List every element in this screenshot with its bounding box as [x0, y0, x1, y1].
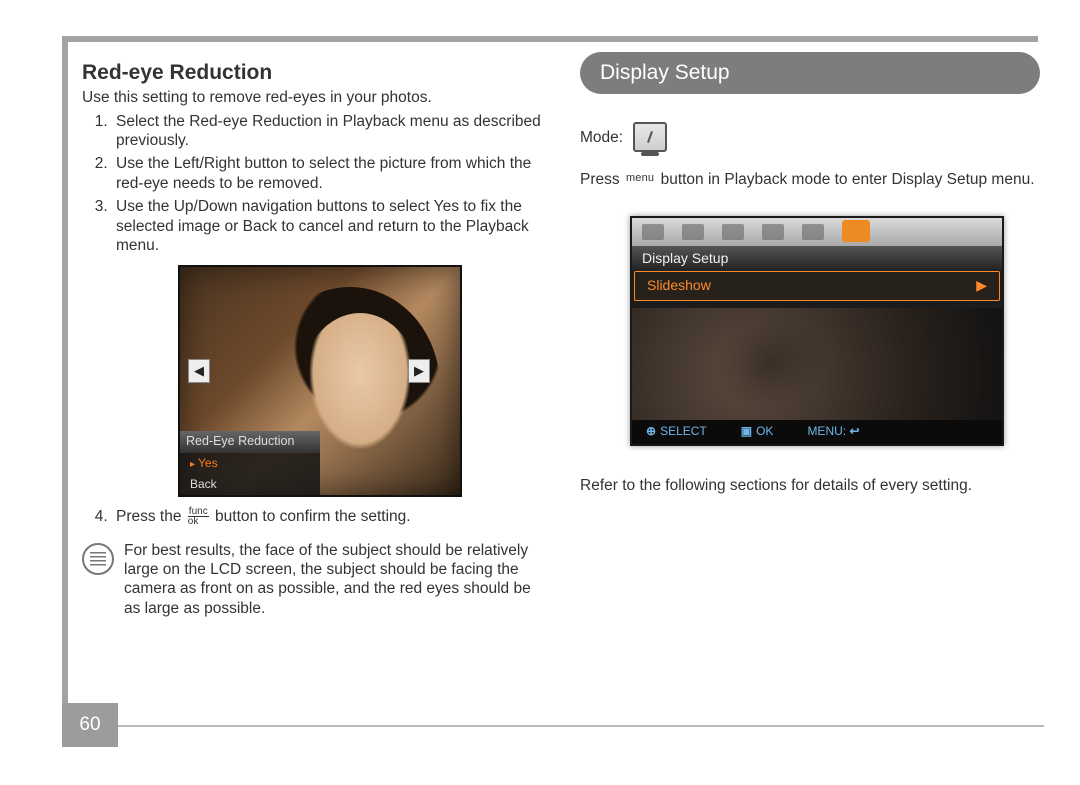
display-setup-screenshot: Display Setup Slideshow ▶ Wallpaper Sett…: [630, 216, 1004, 446]
red-eye-heading: Red-eye Reduction: [82, 60, 544, 86]
tab-icon-2: [682, 224, 704, 240]
tab-icon-4: [762, 224, 784, 240]
menu-button-icon: menu: [626, 172, 654, 186]
lcd-tabs: [632, 218, 1002, 246]
note-icon: [82, 543, 114, 575]
chevron-right-icon: ▶: [976, 277, 987, 295]
footer-note: Refer to the following sections for deta…: [580, 476, 1042, 495]
lcd-menu-title: Red-Eye Reduction: [180, 431, 320, 453]
red-eye-steps-cont: Press the func ok button to confirm the …: [82, 507, 544, 526]
step-4: Press the func ok button to confirm the …: [112, 507, 544, 526]
menu-item-slideshow: Slideshow ▶: [634, 271, 1000, 301]
press-instruction: Press menu button in Playback mode to en…: [580, 170, 1042, 189]
lcd-title: Display Setup: [632, 246, 1002, 272]
lcd-background: [632, 308, 1002, 420]
tab-icon-5: [802, 224, 824, 240]
note-text: For best results, the face of the subjec…: [124, 541, 534, 619]
right-column: Display Setup Mode: Press menu button in…: [580, 54, 1042, 618]
note-row: For best results, the face of the subjec…: [82, 541, 544, 619]
red-eye-steps: Select the Red-eye Reduction in Playback…: [82, 112, 544, 256]
func-ok-icon: func ok: [188, 507, 209, 526]
lcd-menu: Red-Eye Reduction Yes Back: [180, 431, 320, 495]
nav-left-icon: ◀: [188, 359, 210, 383]
step-1: Select the Red-eye Reduction in Playback…: [112, 112, 544, 151]
tab-icon-1: [642, 224, 664, 240]
mode-row: Mode:: [580, 122, 1042, 152]
tab-icon-display: [842, 220, 870, 242]
lcd-hints: ⊕SELECT ▣OK MENU: ↩: [632, 420, 1002, 444]
lcd-option-yes: Yes: [180, 453, 320, 475]
tab-icon-3: [722, 224, 744, 240]
page-number: 60: [62, 703, 118, 747]
red-eye-screenshot: ◀ ▶ Red-Eye Reduction Yes Back: [178, 265, 462, 497]
red-eye-intro: Use this setting to remove red-eyes in y…: [82, 88, 544, 107]
page-frame: Red-eye Reduction Use this setting to re…: [62, 36, 1038, 737]
left-column: Red-eye Reduction Use this setting to re…: [82, 54, 544, 618]
step-2: Use the Left/Right button to select the …: [112, 154, 544, 193]
nav-right-icon: ▶: [408, 359, 430, 383]
playback-mode-icon: [633, 122, 667, 152]
lcd-option-back: Back: [180, 474, 320, 495]
footer-rule: [118, 725, 1044, 727]
step-3: Use the Up/Down navigation buttons to se…: [112, 197, 544, 255]
mode-label: Mode:: [580, 128, 623, 147]
display-setup-header: Display Setup: [580, 52, 1040, 94]
